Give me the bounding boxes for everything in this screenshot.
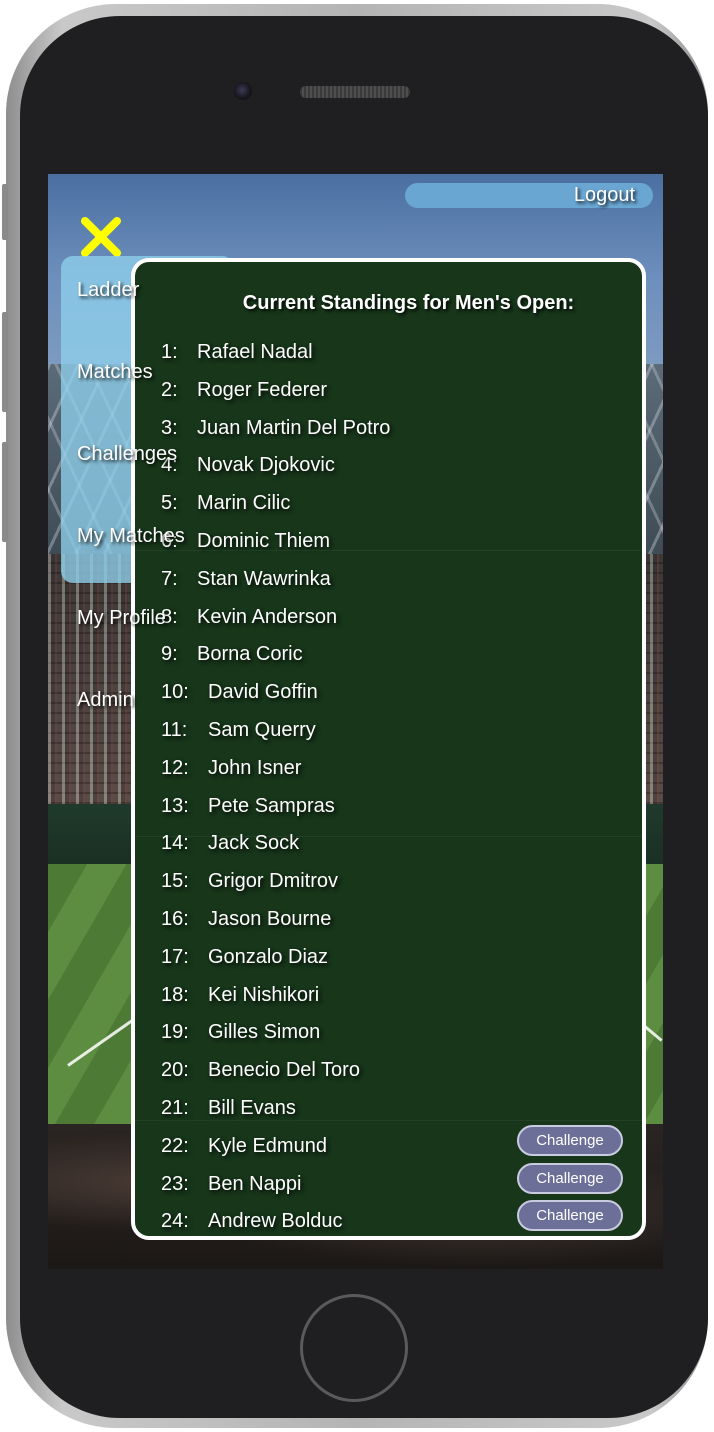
challenge-button[interactable]: Challenge <box>517 1124 623 1156</box>
standings-rank: 20: <box>161 1059 189 1082</box>
standings-rank: 22: <box>161 1134 189 1157</box>
challenge-button[interactable]: Challenge <box>517 1162 623 1194</box>
player-name: Kei Nishikori <box>208 983 320 1006</box>
standings-row: 22: Kyle Edmund Challenge <box>135 1124 642 1165</box>
standings-row: 14: Jack Sock <box>135 832 642 862</box>
standings-row: 10: David Goffin <box>135 681 642 711</box>
camera-icon <box>234 82 252 100</box>
standings-row: 7: Stan Wawrinka <box>135 568 642 598</box>
player-name: David Goffin <box>208 681 318 704</box>
standings-rank: 9: <box>161 643 178 666</box>
player-name: Roger Federer <box>197 378 328 401</box>
standings-row: 16: Jason Bourne <box>135 908 642 938</box>
standings-row: 13: Pete Sampras <box>135 795 642 825</box>
standings-row: 19: Gilles Simon <box>135 1021 642 1051</box>
player-name: Grigor Dmitrov <box>208 870 339 893</box>
standings-panel: Current Standings for Men's Open: 1: Rafa… <box>131 258 646 1240</box>
standings-rank: 2: <box>161 378 178 401</box>
standings-rank: 19: <box>161 1021 189 1044</box>
player-name: Stan Wawrinka <box>197 567 331 590</box>
standings-rank: 24: <box>161 1210 189 1233</box>
standings-rank: 16: <box>161 908 189 930</box>
player-name: Bill Evans <box>208 1097 296 1119</box>
challenge-button[interactable]: Challenge <box>517 1200 623 1232</box>
standings-row: 3: Juan Martin Del Potro <box>135 417 642 447</box>
standings-row: 9: Borna Coric <box>135 643 642 673</box>
player-name: Marin Cilic <box>197 492 291 515</box>
player-name: Ben Nappi <box>208 1172 302 1195</box>
player-name: Andrew Bolduc <box>208 1210 343 1233</box>
standings-row: 11: Sam Querry <box>135 719 642 749</box>
menu-item-matches[interactable]: Matches <box>77 359 153 385</box>
mute-switch <box>2 184 8 240</box>
standings-rank: 12: <box>161 756 189 779</box>
standings-rank: 3: <box>161 416 178 439</box>
player-name: Dominic Thiem <box>197 530 330 552</box>
standings-row: 20: Benecio Del Toro <box>135 1059 642 1089</box>
player-name: Gilles Simon <box>208 1021 321 1044</box>
logout-button[interactable]: Logout <box>405 183 653 208</box>
standings-row: 2: Roger Federer <box>135 379 642 409</box>
menu-item-ladder[interactable]: Ladder <box>77 277 139 303</box>
standings-row: 1: Rafael Nadal <box>135 341 642 371</box>
menu-item-my-matches[interactable]: My Matches <box>77 523 185 549</box>
player-name: Kyle Edmund <box>208 1134 327 1157</box>
standings-row: 6: Dominic Thiem <box>135 530 642 560</box>
player-name: Rafael Nadal <box>197 341 313 363</box>
player-name: Pete Sampras <box>208 794 335 817</box>
standings-row: 21: Bill Evans <box>135 1097 642 1127</box>
player-name: Sam Querry <box>208 719 316 741</box>
standings-row: 15: Grigor Dmitrov <box>135 870 642 900</box>
standings-rank: 7: <box>161 567 178 590</box>
app-screen: Logout Current Standings for Men's Open:… <box>48 174 663 1269</box>
standings-row: 4: Novak Djokovic <box>135 454 642 484</box>
standings-rank: 21: <box>161 1097 189 1119</box>
standings-rank: 23: <box>161 1172 189 1195</box>
player-name: Novak Djokovic <box>197 454 335 477</box>
standings-rank: 11: <box>161 719 188 741</box>
standings-rank: 14: <box>161 832 189 855</box>
player-name: Borna Coric <box>197 643 303 666</box>
standings-row: 18: Kei Nishikori <box>135 984 642 1014</box>
menu-item-my-profile[interactable]: My Profile <box>77 605 166 631</box>
player-name: Gonzalo Diaz <box>208 945 329 968</box>
menu-item-challenges[interactable]: Challenges <box>77 441 177 467</box>
volume-down-button <box>2 442 8 542</box>
player-name: Jason Bourne <box>208 908 332 930</box>
home-button[interactable] <box>300 1294 408 1402</box>
standings-title: Current Standings for Men's Open: <box>242 292 575 314</box>
standings-row: 17: Gonzalo Diaz <box>135 946 642 976</box>
player-name: Jack Sock <box>208 832 300 855</box>
player-name: Kevin Anderson <box>197 605 338 628</box>
player-name: John Isner <box>208 756 302 779</box>
standings-rank: 17: <box>161 945 189 968</box>
player-name: Benecio Del Toro <box>208 1059 360 1082</box>
standings-rank: 10: <box>161 681 189 704</box>
speaker-grille <box>300 86 410 98</box>
standings-row: 24: Andrew Bolduc Challenge <box>135 1200 642 1236</box>
standings-row: 8: Kevin Anderson <box>135 606 642 636</box>
standings-rank: 18: <box>161 983 189 1006</box>
standings-rank: 1: <box>161 341 178 363</box>
player-name: Juan Martin Del Potro <box>197 416 391 439</box>
standings-rank: 13: <box>161 794 189 817</box>
menu-item-admin[interactable]: Admin <box>77 687 134 713</box>
volume-up-button <box>2 312 8 412</box>
standings-rank: 5: <box>161 492 178 515</box>
close-icon[interactable] <box>80 216 122 258</box>
standings-row: 12: John Isner <box>135 757 642 787</box>
standings-row: 5: Marin Cilic <box>135 492 642 522</box>
standings-row: 23: Ben Nappi Challenge <box>135 1162 642 1203</box>
standings-rank: 15: <box>161 870 189 893</box>
